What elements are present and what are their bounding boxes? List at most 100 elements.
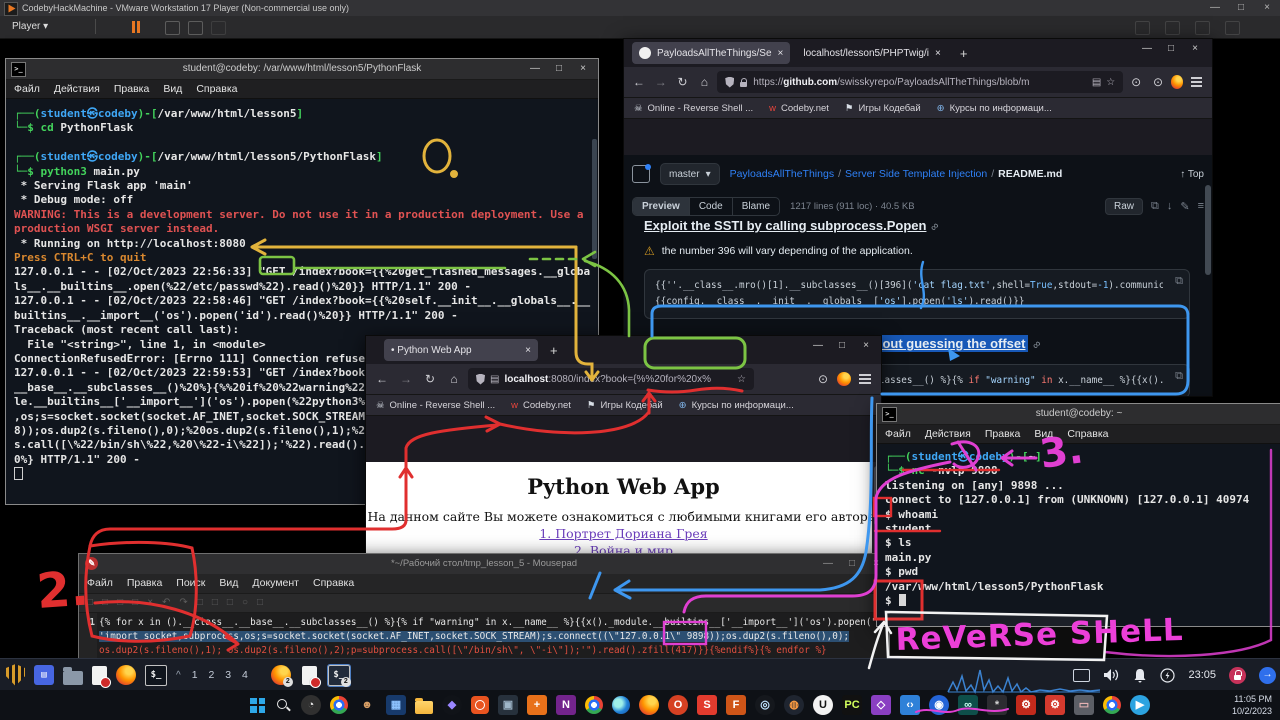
edit-pencil-icon[interactable]: ✎ xyxy=(1180,200,1189,213)
windows-clock[interactable]: 11:05 PM 10/2/2023 xyxy=(1232,693,1272,717)
reload-button[interactable]: ↻ xyxy=(674,75,692,89)
taskbar-icon[interactable]: ◍ xyxy=(784,695,804,715)
toolbar-icon[interactable]: ↷ xyxy=(179,594,187,612)
dock-item[interactable] xyxy=(92,666,107,685)
vm-sendkey-icon[interactable] xyxy=(165,21,180,35)
page-scrollbar[interactable] xyxy=(1205,185,1211,275)
dock-item[interactable] xyxy=(6,664,25,686)
toolbar-icon[interactable]: □ xyxy=(117,594,123,612)
power-manager-icon[interactable] xyxy=(1160,668,1175,683)
taskbar-icon[interactable] xyxy=(250,698,265,713)
vmware-maximize-button[interactable]: □ xyxy=(1228,0,1254,16)
pocket-icon[interactable]: ⊙ xyxy=(813,372,833,386)
breadcrumb-item[interactable]: README.md xyxy=(998,168,1062,180)
menu-item[interactable]: Вид xyxy=(163,80,182,98)
url-bar[interactable]: https://github.com/swisskyrepo/PayloadsA… xyxy=(717,71,1123,93)
copy-code-icon[interactable]: ⧉ xyxy=(1175,370,1183,383)
tab-python-web-app[interactable]: • Python Web App × xyxy=(384,339,538,361)
dock-item[interactable] xyxy=(116,665,136,685)
taskbar-icon[interactable]: ⚙ xyxy=(1045,695,1065,715)
taskbar-icon[interactable]: ∞ xyxy=(958,695,978,715)
taskbar-icon[interactable] xyxy=(415,701,433,714)
toolbar-icon[interactable]: □ xyxy=(257,594,263,612)
pocket-icon[interactable]: ⊙ xyxy=(1127,75,1145,89)
toolbar-icon[interactable]: □ xyxy=(132,594,138,612)
taskbar-icon[interactable]: ▦ xyxy=(386,695,406,715)
raw-button[interactable]: Raw xyxy=(1105,198,1143,215)
vm-devices-icon[interactable] xyxy=(1135,21,1150,35)
link-chain-icon[interactable]: ∞ xyxy=(928,221,942,234)
volume-icon[interactable] xyxy=(1103,668,1120,682)
menu-item[interactable]: Правка xyxy=(127,574,162,593)
toolbar-icon[interactable]: □ xyxy=(227,594,233,612)
dock-item[interactable] xyxy=(63,671,83,685)
taskbar-icon[interactable]: + xyxy=(527,695,547,715)
terminal-titlebar[interactable]: >_ student@codeby: /var/www/html/lesson5… xyxy=(6,59,598,80)
vmware-player-menu[interactable]: Player ▾ xyxy=(6,19,54,34)
menu-icon[interactable] xyxy=(1191,81,1202,83)
shield-badge-icon[interactable]: ⊙ xyxy=(1149,75,1167,89)
updates-icon[interactable]: → xyxy=(1259,667,1276,684)
new-tab-button[interactable]: + xyxy=(954,46,974,61)
mousepad-editor[interactable]: 1 {% for x in ().__class__.__base__.__su… xyxy=(79,613,889,659)
reader-icon[interactable]: ▤ xyxy=(1092,77,1101,88)
forward-button[interactable]: → xyxy=(652,75,670,89)
breadcrumb-item[interactable]: / xyxy=(838,168,841,180)
taskbar-icon[interactable] xyxy=(639,695,659,715)
back-to-top-link[interactable]: ↑ Top xyxy=(1180,169,1204,180)
toolbar-icon[interactable]: ↶ xyxy=(162,594,170,612)
menu-item[interactable]: Правка xyxy=(114,80,149,98)
taskbar-icon[interactable]: ◉ xyxy=(929,695,949,715)
taskbar-icon[interactable]: ‹› xyxy=(900,695,920,715)
taskbar-icon[interactable] xyxy=(1103,696,1121,714)
menu-item[interactable]: Файл xyxy=(14,80,40,98)
sidebar-toggle-icon[interactable] xyxy=(632,165,650,183)
dock-item[interactable]: ▤ xyxy=(34,665,54,685)
maximize-button[interactable]: □ xyxy=(831,336,853,356)
firefox-account-icon[interactable] xyxy=(837,372,851,386)
breadcrumb-item[interactable]: PayloadsAllTheThings xyxy=(730,168,834,180)
heading-subprocess-popen[interactable]: Exploit the SSTI by calling subprocess.P… xyxy=(644,221,926,233)
breadcrumb-item[interactable]: / xyxy=(991,168,994,180)
menu-item[interactable]: Справка xyxy=(196,80,237,98)
taskbar-icon[interactable] xyxy=(585,696,603,714)
bookmark-item[interactable]: ⚑ Игры Кодебай xyxy=(587,400,663,411)
taskbar-icon[interactable]: ▶ xyxy=(1130,695,1150,715)
bookmark-star-icon[interactable]: ☆ xyxy=(737,374,746,385)
download-icon[interactable]: ↓ xyxy=(1167,200,1173,212)
display-icon[interactable] xyxy=(1073,669,1090,682)
tab-close-icon[interactable]: × xyxy=(778,48,784,59)
taskbar-icon[interactable] xyxy=(612,696,630,714)
bookmark-item[interactable]: w Codeby.net xyxy=(511,400,571,411)
book-link[interactable]: 1. Портрет Дориана Грея xyxy=(366,526,881,541)
mousepad-titlebar[interactable]: ✎ *~/Рабочий стол/tmp_lesson_5 - Mousepa… xyxy=(79,554,889,574)
toolbar-icon[interactable]: × xyxy=(147,594,153,612)
taskbar-icon[interactable]: F xyxy=(726,695,746,715)
tab-close-icon[interactable]: × xyxy=(935,48,941,59)
dock-item[interactable]: $_ xyxy=(145,665,167,686)
taskbar-icon[interactable]: S xyxy=(697,695,717,715)
menu-item[interactable]: Правка xyxy=(985,425,1020,443)
close-button[interactable]: × xyxy=(865,554,887,574)
bookmark-item[interactable]: w Codeby.net xyxy=(769,103,829,114)
branch-selector[interactable]: master▾ xyxy=(660,163,720,185)
toolbar-icon[interactable]: □ xyxy=(102,594,108,612)
running-app[interactable]: 2 xyxy=(302,666,317,685)
taskbar-icon[interactable]: * xyxy=(987,695,1007,715)
clock[interactable]: 23:05 xyxy=(1188,669,1216,681)
bookmark-item[interactable]: ☠ Online - Reverse Shell ... xyxy=(376,400,495,411)
terminal-titlebar[interactable]: >_ student@codeby: ~ xyxy=(877,404,1280,425)
forward-button[interactable]: → xyxy=(396,372,416,386)
taskbar-icon[interactable]: ◇ xyxy=(871,695,891,715)
screenlock-icon[interactable] xyxy=(1229,667,1246,684)
workspace-switcher[interactable]: 1 2 3 4 xyxy=(192,669,252,681)
menu-icon[interactable] xyxy=(859,378,871,380)
bookmark-item[interactable]: ⚑ Игры Кодебай xyxy=(845,103,921,114)
tracking-shield-icon[interactable] xyxy=(725,77,734,88)
minimize-button[interactable]: — xyxy=(817,554,839,574)
taskbar-icon[interactable]: N xyxy=(556,695,576,715)
taskbar-icon[interactable]: PC xyxy=(842,695,862,715)
url-bar[interactable]: ▤ localhost:8080/index?book={%%20for%20x… xyxy=(468,368,754,390)
taskbar-icon[interactable]: ◆ xyxy=(442,695,462,715)
notification-bell-icon[interactable] xyxy=(1133,668,1147,683)
